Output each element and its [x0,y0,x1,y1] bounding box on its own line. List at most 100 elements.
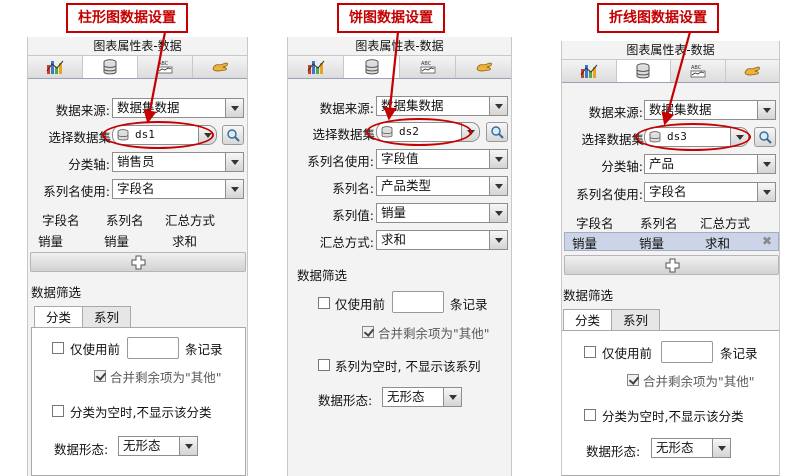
cell-field[interactable]: 销量 [38,231,63,250]
tab-series[interactable]: 系列 [82,306,132,328]
chevron-down-icon[interactable] [757,183,775,201]
add-series-button[interactable] [564,255,779,275]
close-icon[interactable]: ✖ [762,234,772,248]
bar-chart-panel: 图表属性表-数据 数据来源: 数据集数据 选择数据集 ds1 分类轴: 销售员 … [27,37,248,476]
bar-caption: 柱形图数据设置 [66,3,188,33]
form-select[interactable]: 无形态 [382,387,462,407]
empty-hide-checkbox[interactable] [52,405,64,417]
search-button[interactable] [486,122,508,142]
cell-agg[interactable]: 求和 [172,231,197,250]
bar-dataset-highlight [102,121,214,149]
tab-chart[interactable] [288,56,344,78]
tab-style[interactable] [671,60,726,82]
empty-hide-checkbox[interactable] [584,409,596,421]
tab-style[interactable] [138,56,193,78]
chevron-down-icon[interactable] [179,437,197,455]
chevron-down-icon[interactable] [489,97,507,115]
cell-series[interactable]: 销量 [104,231,129,250]
agg-select[interactable]: 求和 [376,230,508,250]
chevron-down-icon[interactable] [225,99,243,117]
property-tabs [562,59,779,83]
source-select[interactable]: 数据集数据 [376,96,508,116]
plus-icon [131,255,146,270]
chart-icon [46,59,64,75]
category-value: 产品 [649,156,675,171]
chevron-down-icon[interactable] [489,150,507,168]
chevron-down-icon[interactable] [225,180,243,198]
pie-dataset-highlight [366,118,472,146]
empty-hide-label: 系列为空时, 不显示该系列 [335,359,481,374]
agg-value: 求和 [381,232,407,247]
series-name-select[interactable]: 字段名 [112,179,244,199]
source-value: 数据集数据 [381,98,444,113]
tab-data[interactable] [344,56,400,78]
database-icon [636,63,650,79]
tab-chart[interactable] [28,56,83,78]
tab-data[interactable] [83,56,138,78]
record-count-input[interactable] [661,341,713,363]
chevron-down-icon[interactable] [757,155,775,173]
source-select[interactable]: 数据集数据 [112,98,244,118]
value-select[interactable]: 销量 [376,203,508,223]
use-first-label: 仅使用前 [335,297,386,312]
hand-icon [475,59,493,75]
add-series-button[interactable] [30,252,246,272]
chevron-down-icon[interactable] [757,101,775,119]
chevron-down-icon[interactable] [225,153,243,171]
category-select[interactable]: 产品 [644,154,776,174]
series-name-row: 系列名使用: 字段值 [288,149,511,169]
chevron-down-icon[interactable] [489,231,507,249]
tab-special[interactable] [193,56,247,78]
panel-title: 图表属性表-数据 [355,39,444,53]
chevron-down-icon[interactable] [712,439,730,457]
record-count-input[interactable] [127,337,179,359]
tab-data[interactable] [616,60,671,82]
form-select[interactable]: 无形态 [651,438,731,458]
pie-chart-panel: 图表属性表-数据 数据来源: 数据集数据 选择数据集 ds2 系列名使用: 字段… [287,37,512,476]
panel-title: 图表属性表-数据 [93,39,182,53]
merge-label: 合并剩余项为"其他" [110,370,222,385]
form-value: 无形态 [123,438,161,453]
style-icon [156,59,174,75]
tab-series[interactable]: 系列 [611,309,661,331]
search-button[interactable] [222,125,244,145]
filter-title: 数据筛选 [31,285,82,300]
hand-icon [743,63,761,79]
tab-special[interactable] [456,56,511,78]
series-name-label: 系列名使用: [43,184,110,199]
series-name-select[interactable]: 字段值 [376,149,508,169]
source-label: 数据来源: [319,101,374,116]
category-select[interactable]: 销售员 [112,152,244,172]
tab-style[interactable] [400,56,456,78]
chevron-down-icon[interactable] [489,177,507,195]
cell-series[interactable]: 销量 [639,233,664,252]
form-select[interactable]: 无形态 [118,436,198,456]
series-label: 系列名: [332,181,374,196]
tab-category[interactable]: 分类 [34,306,84,328]
tab-special[interactable] [725,60,779,82]
tab-category[interactable]: 分类 [563,309,613,331]
category-row: 分类轴: 销售员 [28,152,247,172]
source-select[interactable]: 数据集数据 [644,100,776,120]
empty-hide-label: 分类为空时,不显示该分类 [70,405,212,420]
series-name-row: 系列名使用: 字段名 [562,182,779,202]
source-label: 数据来源: [55,103,110,118]
search-button[interactable] [754,127,776,147]
use-first-checkbox[interactable] [52,342,64,354]
cell-agg[interactable]: 求和 [705,233,730,252]
record-count-input[interactable] [392,291,444,313]
series-select[interactable]: 产品类型 [376,176,508,196]
chevron-down-icon[interactable] [489,204,507,222]
source-row: 数据来源: 数据集数据 [288,96,511,116]
use-first-checkbox[interactable] [584,346,596,358]
cell-field[interactable]: 销量 [572,233,597,252]
chevron-down-icon[interactable] [443,388,461,406]
series-row: 系列名: 产品类型 [288,176,511,196]
series-name-select[interactable]: 字段名 [644,182,776,202]
use-first-checkbox[interactable] [318,297,330,309]
tab-chart[interactable] [562,60,617,82]
empty-hide-checkbox[interactable] [318,359,330,371]
category-label: 分类轴: [68,157,110,172]
source-value: 数据集数据 [117,100,180,115]
search-icon [490,125,504,139]
